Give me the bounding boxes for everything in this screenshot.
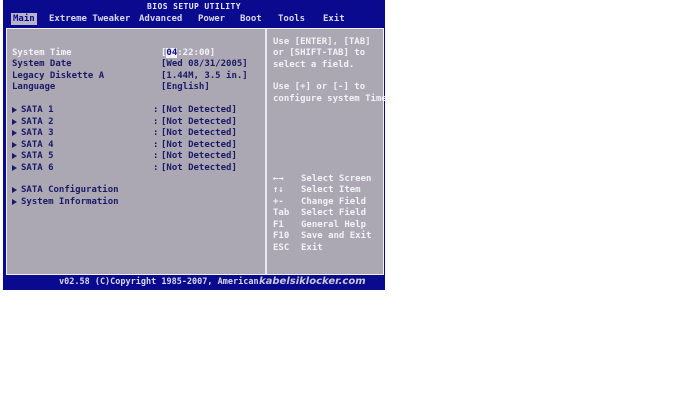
sata-5-value: [Not Detected] xyxy=(161,151,237,161)
colon: : xyxy=(153,128,159,138)
main-panel: System Time [04:22:00] System Date [Wed … xyxy=(6,28,392,275)
key-desc-select-item: Select Item xyxy=(301,185,361,195)
key-desc-exit: Exit xyxy=(301,243,323,253)
system-information-item[interactable]: System Information xyxy=(12,197,119,208)
submenu-arrow-icon xyxy=(12,106,17,113)
sata-6-item[interactable]: SATA 6 xyxy=(12,163,54,174)
sata-4-value: [Not Detected] xyxy=(161,140,237,150)
sata-4-item[interactable]: SATA 4 xyxy=(12,140,54,151)
system-time-value[interactable]: [04:22:00] xyxy=(161,48,215,59)
sata-2-value: [Not Detected] xyxy=(161,117,237,127)
submenu-arrow-icon xyxy=(12,186,17,193)
bios-title: BIOS SETUP UTILITY xyxy=(147,2,241,11)
menu-tab-exit[interactable]: Exit xyxy=(321,13,347,25)
sata-3-item[interactable]: SATA 3 xyxy=(12,128,54,139)
colon: : xyxy=(153,117,159,127)
submenu-arrow-icon xyxy=(12,118,17,125)
menu-tab-power[interactable]: Power xyxy=(196,13,227,25)
help-line-6: configure system Time. xyxy=(273,94,393,104)
bios-window: BIOS SETUP UTILITY Main Extreme Tweaker … xyxy=(3,0,392,290)
watermark-logo: kabelsiklocker.com xyxy=(259,276,366,287)
key-desc-select-field: Select Field xyxy=(301,208,367,218)
time-cursor: 04 xyxy=(166,48,178,58)
sata-5-item[interactable]: SATA 5 xyxy=(12,151,54,162)
submenu-arrow-icon xyxy=(12,141,17,148)
submenu-arrow-icon xyxy=(12,129,17,136)
footer-bar: v02.58 (C)Copyright 1985-2007, American … xyxy=(3,275,385,289)
key-up-down-icon: ↑↓ xyxy=(273,185,284,195)
submenu-arrow-icon xyxy=(12,198,17,205)
help-line-1: Use [ENTER], [TAB] xyxy=(273,37,371,47)
key-plus-minus: +- xyxy=(273,197,284,207)
menu-tab-advanced[interactable]: Advanced xyxy=(137,13,184,25)
system-date-label[interactable]: System Date xyxy=(12,59,72,70)
key-desc-save-exit: Save and Exit xyxy=(301,231,372,241)
sata-3-value: [Not Detected] xyxy=(161,128,237,138)
legacy-diskette-label[interactable]: Legacy Diskette A xyxy=(12,71,104,82)
menu-tab-tools[interactable]: Tools xyxy=(276,13,307,25)
sata-1-item[interactable]: SATA 1 xyxy=(12,105,54,116)
key-esc: ESC xyxy=(273,243,290,253)
key-desc-select-screen: Select Screen xyxy=(301,174,372,184)
language-label[interactable]: Language xyxy=(12,82,55,93)
key-tab: Tab xyxy=(273,208,290,218)
key-desc-change-field: Change Field xyxy=(301,197,367,207)
key-f1: F1 xyxy=(273,220,284,230)
key-left-right-icon: ←→ xyxy=(273,174,284,184)
colon: : xyxy=(153,140,159,150)
submenu-arrow-icon xyxy=(12,152,17,159)
menu-tab-main[interactable]: Main xyxy=(11,13,37,25)
sata-configuration-item[interactable]: SATA Configuration xyxy=(12,185,119,196)
system-date-value[interactable]: [Wed 08/31/2005] xyxy=(161,59,248,70)
colon: : xyxy=(153,105,159,115)
colon: : xyxy=(153,151,159,161)
language-value[interactable]: [English] xyxy=(161,82,210,93)
sata-1-value: [Not Detected] xyxy=(161,105,237,115)
sata-2-item[interactable]: SATA 2 xyxy=(12,117,54,128)
help-line-5: Use [+] or [-] to xyxy=(273,82,366,92)
menu-tab-extreme-tweaker[interactable]: Extreme Tweaker xyxy=(47,13,132,25)
key-desc-general-help: General Help xyxy=(301,220,367,230)
menu-tab-boot[interactable]: Boot xyxy=(238,13,264,25)
help-line-2: or [SHIFT-TAB] to xyxy=(273,48,366,58)
copyright-text: v02.58 (C)Copyright 1985-2007, American xyxy=(59,277,259,287)
sata-6-value: [Not Detected] xyxy=(161,163,237,173)
help-line-3: select a field. xyxy=(273,60,355,70)
colon: : xyxy=(153,163,159,173)
menu-bar: Main Extreme Tweaker Advanced Power Boot… xyxy=(3,12,385,26)
submenu-arrow-icon xyxy=(12,164,17,171)
key-f10: F10 xyxy=(273,231,290,241)
legacy-diskette-value[interactable]: [1.44M, 3.5 in.] xyxy=(161,71,248,82)
system-time-label[interactable]: System Time xyxy=(12,48,72,59)
panel-divider xyxy=(265,29,267,274)
